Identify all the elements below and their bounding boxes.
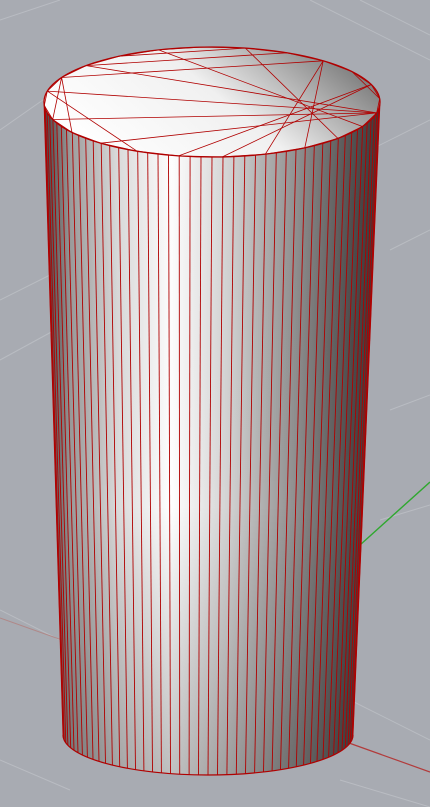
grid-line <box>389 394 430 411</box>
grid-line <box>0 609 61 641</box>
grid-line <box>309 0 430 61</box>
3d-viewport[interactable] <box>0 0 430 807</box>
x-axis-line-back <box>0 617 63 641</box>
grid-line <box>0 759 71 791</box>
grid-line <box>339 779 430 807</box>
grid-line <box>0 0 61 21</box>
grid-line <box>389 229 430 251</box>
viewport-scene[interactable] <box>0 0 430 807</box>
grid-line <box>0 329 56 361</box>
grid-line <box>349 699 430 741</box>
side-mesh-edge <box>178 155 181 775</box>
y-axis-line <box>359 481 430 546</box>
cylinder-object[interactable] <box>43 46 381 776</box>
grid-line <box>379 504 430 521</box>
